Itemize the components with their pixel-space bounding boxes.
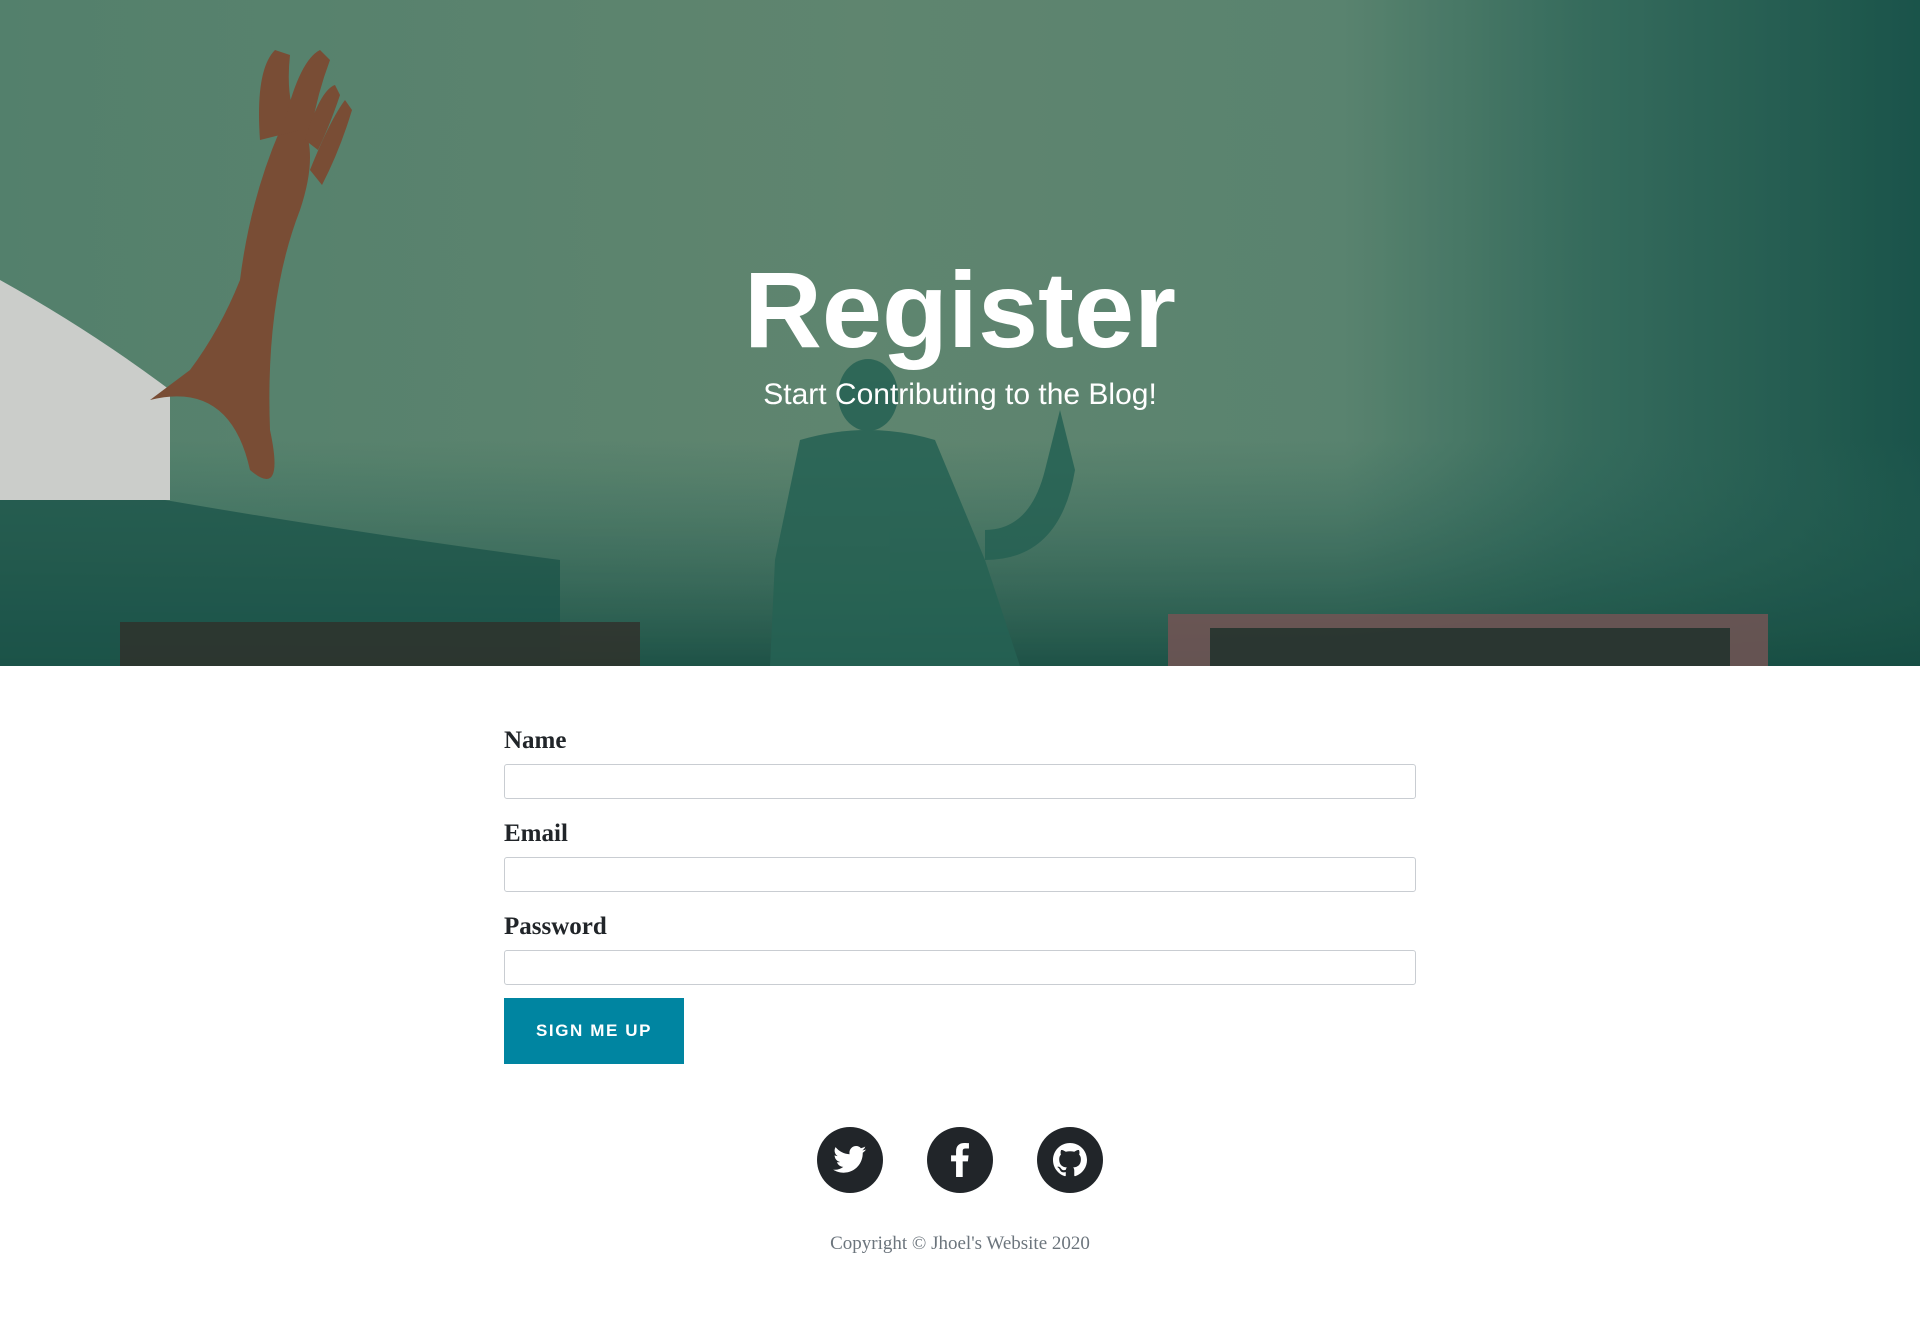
register-form: Name Email Password SIGN ME UP	[504, 726, 1416, 1064]
page-title: Register	[743, 249, 1177, 370]
twitter-icon	[833, 1146, 867, 1173]
github-link[interactable]	[1037, 1127, 1103, 1193]
github-icon	[1053, 1143, 1087, 1177]
name-field[interactable]	[504, 764, 1416, 799]
password-label: Password	[504, 913, 607, 940]
facebook-link[interactable]	[927, 1127, 993, 1193]
twitter-link[interactable]	[817, 1127, 883, 1193]
page-subtitle: Start Contributing to the Blog!	[763, 378, 1157, 411]
email-label: Email	[504, 820, 568, 847]
sign-up-button[interactable]: SIGN ME UP	[504, 998, 684, 1064]
facebook-icon	[951, 1143, 969, 1177]
name-label: Name	[504, 727, 567, 754]
copyright-text: Copyright © Jhoel's Website 2020	[830, 1233, 1090, 1254]
masthead: Register Start Contributing to the Blog!	[0, 0, 1920, 666]
hero-heading: Register Start Contributing to the Blog!	[0, 250, 1920, 414]
email-field[interactable]	[504, 857, 1416, 892]
password-field[interactable]	[504, 950, 1416, 985]
social-links	[0, 1127, 1920, 1193]
